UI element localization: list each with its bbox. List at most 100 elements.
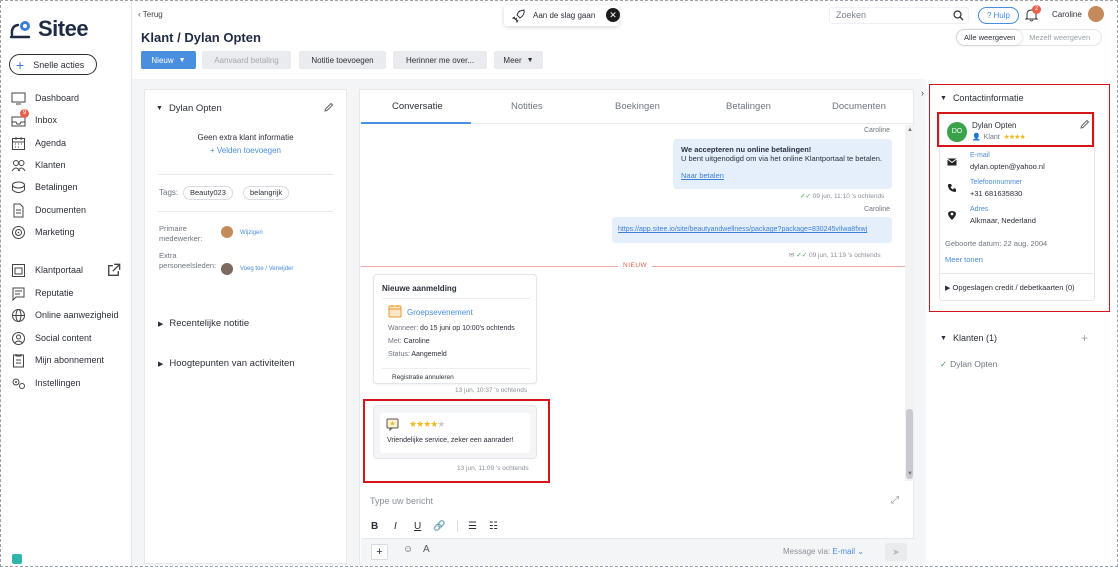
send-button[interactable]: ➤: [885, 543, 907, 561]
sidebar-item-label: Instellingen: [35, 378, 81, 388]
attach-plus-button[interactable]: +: [371, 544, 388, 560]
search-icon[interactable]: [953, 10, 964, 21]
accept-payment-button[interactable]: Aanvaard betaling: [202, 51, 291, 69]
back-link[interactable]: ‹ Terug: [138, 10, 163, 19]
calendar-icon: [388, 305, 402, 318]
sidebar-item-klantportaal[interactable]: Klantportaal: [11, 262, 131, 278]
pencil-icon[interactable]: [1079, 119, 1090, 130]
tag-chip[interactable]: Beauty023: [183, 186, 233, 200]
pay-link[interactable]: Naar betalen: [681, 171, 884, 180]
phone-icon: [948, 184, 956, 192]
review-text: Vriendelijke service, zeker een aanrader…: [387, 437, 514, 444]
tag-chip[interactable]: belangrijk: [243, 186, 290, 200]
text-format-icon[interactable]: A: [423, 544, 430, 555]
sidebar-item-dashboard[interactable]: Dashboard: [11, 90, 131, 106]
message-title: We accepteren nu online betalingen!: [681, 145, 812, 154]
saved-cards-label: Opgeslagen credit / debetkaarten (0): [952, 283, 1075, 292]
expand-icon[interactable]: ⤢: [891, 495, 899, 506]
emoji-icon[interactable]: ☺: [403, 544, 413, 555]
collapse-icon[interactable]: ›: [921, 88, 924, 98]
message-via-select[interactable]: Message via: E-mail ⌄: [783, 547, 864, 556]
sidebar-item-documenten[interactable]: Documenten: [11, 202, 131, 218]
add-fields-link[interactable]: + Velden toevoegen: [145, 146, 346, 155]
recent-note-section[interactable]: ▶ Recentelijke notitie: [158, 318, 249, 329]
user-avatar[interactable]: [1088, 6, 1104, 22]
phone-value[interactable]: +31 681635830: [970, 189, 1022, 198]
link-icon[interactable]: 🔗: [433, 521, 445, 532]
more-button[interactable]: Meer ▼: [494, 51, 543, 69]
view-mine-button[interactable]: Mezelf weergeven: [1022, 30, 1097, 45]
sidebar-item-mijn-abonnement[interactable]: Mijn abonnement: [11, 352, 131, 368]
add-remove-staff-link[interactable]: Voeg toe / Verwijder: [240, 266, 293, 272]
sidebar-item-online-aanwezigheid[interactable]: Online aanwezigheid: [11, 307, 131, 323]
scroll-up-icon[interactable]: ▲: [907, 127, 913, 133]
numbered-list-icon[interactable]: ☷: [489, 521, 498, 532]
users-icon: [11, 159, 26, 171]
scrollbar[interactable]: ▲ ▼: [905, 125, 914, 481]
sidebar-item-instellingen[interactable]: Instellingen: [11, 375, 131, 391]
event-title[interactable]: Groepsevenement: [407, 308, 473, 317]
page-title: Klant / Dylan Opten: [141, 30, 261, 45]
remind-me-button[interactable]: Herinner me over...: [393, 51, 487, 69]
help-button[interactable]: ? Hulp: [978, 7, 1019, 24]
tags-label: Tags:: [159, 188, 179, 197]
message-link[interactable]: https://app.sitee.io/site/beautyandwelln…: [612, 217, 892, 243]
new-button[interactable]: Nieuw ▼: [141, 51, 196, 69]
client-list-item[interactable]: ✓ Dylan Opten: [940, 359, 997, 370]
notification-badge: 2: [1032, 5, 1041, 14]
sidebar-item-label: Reputatie: [35, 288, 74, 298]
saved-cards-section[interactable]: ▶ Opgeslagen credit / debetkaarten (0): [939, 273, 1095, 301]
view-toggle: Alle weergeven Mezelf weergeven: [956, 29, 1102, 46]
sidebar-item-marketing[interactable]: Marketing: [11, 224, 131, 240]
quick-actions-button[interactable]: + Snelle acties: [9, 54, 97, 75]
close-icon[interactable]: ✕: [606, 8, 620, 22]
change-employee-link[interactable]: Wijzigen: [240, 230, 263, 236]
calendar-icon: [12, 136, 25, 150]
brand-logo[interactable]: Sitee: [9, 16, 89, 42]
contact-info-header[interactable]: ▼ Contactinformatie: [940, 93, 1023, 103]
tab-boekingen[interactable]: Boekingen: [615, 101, 660, 112]
user-name[interactable]: Caroline: [1052, 10, 1082, 19]
sidebar-item-agenda[interactable]: Agenda: [11, 135, 131, 151]
chat-widget-icon[interactable]: [12, 554, 22, 564]
message-input[interactable]: Type uw bericht: [370, 496, 433, 506]
tab-notities[interactable]: Notities: [511, 101, 543, 112]
add-note-button[interactable]: Notitie toevoegen: [299, 51, 386, 69]
underline-icon[interactable]: U: [414, 521, 421, 532]
sidebar-item-reputatie[interactable]: Reputatie: [11, 285, 131, 301]
composer-footer: + ☺ A Message via: E-mail ⌄ ➤: [361, 538, 914, 564]
add-client-icon[interactable]: +: [1081, 331, 1088, 345]
registration-details: Groepsevenement Wanneer: do 15 juni op 1…: [382, 298, 530, 382]
pencil-icon[interactable]: [323, 102, 334, 113]
get-started-button[interactable]: Aan de slag gaan ✕: [504, 5, 620, 26]
search-input[interactable]: Zoeken: [829, 7, 969, 24]
sidebar-item-inbox[interactable]: 9 Inbox: [11, 108, 131, 128]
tab-documenten[interactable]: Documenten: [832, 101, 886, 112]
view-all-button[interactable]: Alle weergeven: [957, 30, 1023, 45]
sidebar-item-label: Mijn abonnement: [35, 355, 105, 365]
sidebar-item-klanten[interactable]: Klanten: [11, 157, 131, 173]
caret-down-icon: ▼: [940, 94, 947, 102]
sidebar-item-label: Inbox: [35, 115, 58, 125]
sidebar-item-social-content[interactable]: Social content: [11, 330, 131, 346]
cancel-registration-button[interactable]: Registratie annuleren: [382, 368, 530, 381]
scroll-thumb[interactable]: [906, 409, 913, 479]
show-more-link[interactable]: Meer tonen: [945, 255, 983, 264]
document-icon: [13, 203, 24, 217]
activity-highlights-section[interactable]: ▶ Hoogtepunten van activiteiten: [158, 358, 295, 369]
client-name: Dylan Opten: [168, 103, 222, 114]
tab-conversatie[interactable]: Conversatie: [392, 101, 443, 112]
double-check-icon: ✓✓: [796, 252, 808, 259]
clients-section-header[interactable]: ▼ Klanten (1): [940, 333, 997, 343]
tab-betalingen[interactable]: Betalingen: [726, 101, 771, 112]
message-sender: Caroline: [864, 127, 891, 134]
active-tab-indicator: [361, 122, 471, 124]
email-value[interactable]: dylan.opten@yahoo.nl: [970, 162, 1045, 171]
scroll-down-icon[interactable]: ▼: [907, 471, 913, 477]
bullet-list-icon[interactable]: ☰: [468, 521, 477, 532]
italic-icon[interactable]: I: [394, 521, 397, 532]
bold-icon[interactable]: B: [371, 521, 378, 532]
client-name-header[interactable]: ▼ Dylan Opten: [156, 103, 222, 114]
sidebar-item-betalingen[interactable]: Betalingen: [11, 179, 131, 195]
external-link-icon[interactable]: [106, 263, 121, 278]
